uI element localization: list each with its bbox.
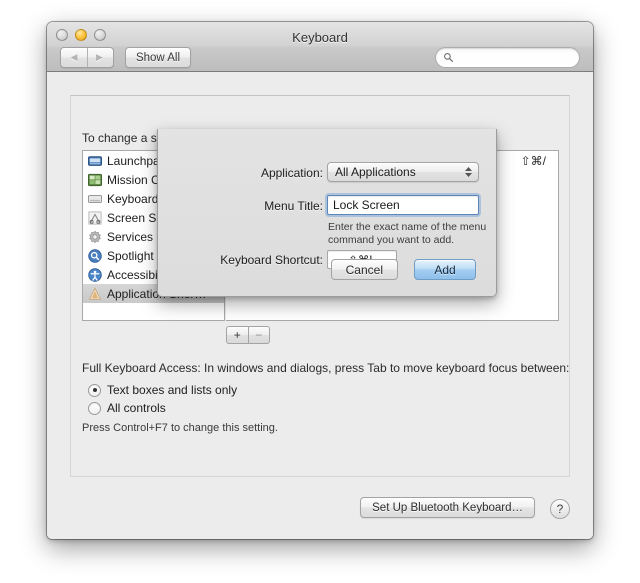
helper-text: Enter the exact name of the menu command…	[328, 221, 488, 248]
app-shortcuts-icon	[88, 287, 102, 301]
plus-icon: +	[234, 329, 241, 341]
menu-title-field[interactable]	[327, 195, 479, 215]
category-label: Spotlight	[107, 249, 154, 263]
services-icon	[88, 230, 102, 244]
search-field[interactable]	[435, 47, 580, 68]
hint-text: Press Control+F7 to change this setting.	[82, 422, 278, 434]
add-button[interactable]: Add	[414, 259, 476, 280]
window-titlebar: Keyboard ◀ ▶ Show All	[47, 22, 593, 72]
keyboard-icon	[88, 192, 102, 206]
help-button[interactable]: ?	[550, 499, 570, 519]
application-value: All Applications	[335, 165, 416, 179]
radio-icon	[88, 384, 101, 397]
window-title: Keyboard	[47, 30, 593, 45]
back-button[interactable]: ◀	[61, 48, 88, 67]
chevron-updown-icon	[465, 167, 472, 177]
bluetooth-button-label: Set Up Bluetooth Keyboard…	[372, 502, 523, 514]
keyboard-preferences-window: Keyboard ◀ ▶ Show All	[47, 22, 593, 539]
menu-title-input[interactable]	[328, 196, 478, 214]
shortcut-key: ⇧⌘/	[521, 154, 546, 168]
radio-text-boxes-and-lists-only[interactable]: Text boxes and lists only	[88, 383, 237, 397]
category-label: Services	[107, 230, 153, 244]
full-keyboard-access-label: Full Keyboard Access: In windows and dia…	[82, 361, 569, 375]
spotlight-icon	[88, 249, 102, 263]
add-shortcut-sheet: Application: All Applications Menu Title…	[157, 129, 497, 297]
search-input[interactable]	[458, 52, 568, 64]
back-arrow-icon: ◀	[71, 52, 78, 63]
forward-button[interactable]: ▶	[86, 48, 113, 67]
search-icon	[443, 52, 454, 63]
show-all-button[interactable]: Show All	[125, 47, 191, 68]
window-content: To change a shortcut, double-click the s…	[47, 72, 593, 539]
radio-label: Text boxes and lists only	[107, 383, 237, 397]
launchpad-icon	[88, 154, 102, 168]
question-mark-icon: ?	[557, 502, 564, 516]
accessibility-icon	[88, 268, 102, 282]
setup-bluetooth-keyboard-button[interactable]: Set Up Bluetooth Keyboard…	[360, 497, 535, 518]
forward-arrow-icon: ▶	[96, 52, 103, 63]
radio-icon	[88, 402, 101, 415]
add-remove-button-group: + −	[226, 326, 270, 344]
show-all-label: Show All	[136, 52, 180, 64]
application-popup-button[interactable]: All Applications	[327, 162, 479, 182]
add-label: Add	[434, 263, 455, 277]
application-label: Application:	[168, 166, 323, 180]
add-shortcut-button[interactable]: +	[226, 326, 248, 344]
screenshots-icon	[88, 211, 102, 225]
toolbar: ◀ ▶ Show All	[47, 46, 593, 72]
radio-all-controls[interactable]: All controls	[88, 401, 166, 415]
menu-title-label: Menu Title:	[168, 199, 323, 213]
cancel-button[interactable]: Cancel	[331, 259, 398, 280]
cancel-label: Cancel	[346, 263, 383, 277]
remove-shortcut-button[interactable]: −	[248, 326, 271, 344]
keyboard-shortcut-label: Keyboard Shortcut:	[168, 253, 323, 267]
mission-control-icon	[88, 173, 102, 187]
minus-icon: −	[255, 329, 262, 341]
radio-label: All controls	[107, 401, 166, 415]
nav-button-group: ◀ ▶	[60, 47, 114, 68]
